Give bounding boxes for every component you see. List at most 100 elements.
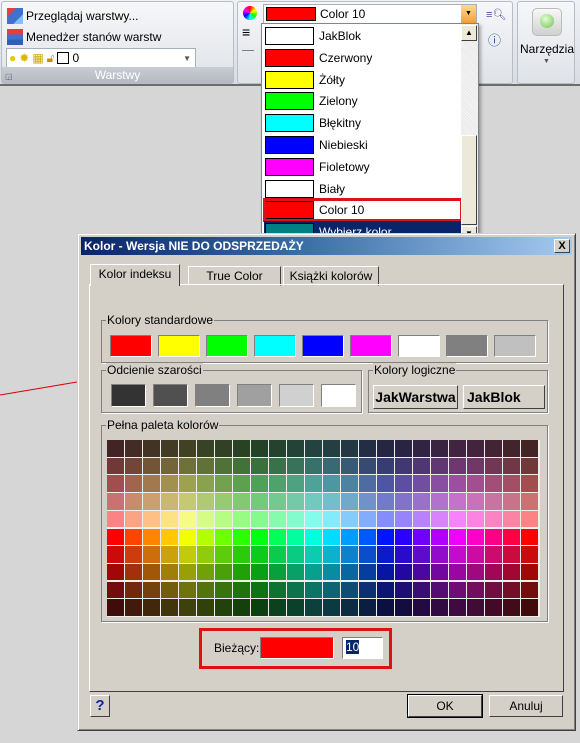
- palette-cell[interactable]: [341, 510, 358, 528]
- palette-cell[interactable]: [215, 457, 232, 475]
- palette-cell[interactable]: [431, 563, 448, 581]
- palette-cell[interactable]: [233, 546, 250, 563]
- palette-cell[interactable]: [413, 475, 430, 492]
- palette-cell[interactable]: [395, 475, 412, 492]
- palette-cell[interactable]: [449, 563, 466, 581]
- gray-color-swatch[interactable]: [195, 384, 230, 407]
- panel-launcher-icon[interactable]: ◲: [5, 72, 13, 81]
- palette-cell[interactable]: [179, 546, 196, 563]
- palette-cell[interactable]: [233, 493, 250, 510]
- palette-cell[interactable]: [341, 563, 358, 581]
- palette-cell[interactable]: [431, 457, 448, 475]
- palette-cell[interactable]: [179, 493, 196, 510]
- palette-cell[interactable]: [161, 493, 178, 510]
- palette-cell[interactable]: [413, 563, 430, 581]
- palette-cell[interactable]: [449, 440, 466, 457]
- help-button[interactable]: ?: [90, 695, 110, 717]
- palette-cell[interactable]: [323, 563, 340, 581]
- palette-cell[interactable]: [521, 528, 538, 546]
- palette-cell[interactable]: [485, 546, 502, 563]
- palette-cell[interactable]: [125, 528, 142, 546]
- gray-color-swatch[interactable]: [279, 384, 314, 407]
- palette-cell[interactable]: [287, 493, 304, 510]
- palette-cell[interactable]: [359, 599, 376, 616]
- palette-cell[interactable]: [341, 599, 358, 616]
- palette-cell[interactable]: [449, 528, 466, 546]
- palette-cell[interactable]: [413, 510, 430, 528]
- palette-cell[interactable]: [359, 528, 376, 546]
- palette-cell[interactable]: [323, 440, 340, 457]
- palette-cell[interactable]: [449, 581, 466, 599]
- palette-cell[interactable]: [161, 440, 178, 457]
- palette-cell[interactable]: [467, 440, 484, 457]
- palette-cell[interactable]: [107, 599, 124, 616]
- palette-cell[interactable]: [143, 440, 160, 457]
- palette-cell[interactable]: [485, 528, 502, 546]
- match-properties-icon[interactable]: ≡🔍︎: [486, 8, 506, 21]
- palette-cell[interactable]: [485, 475, 502, 492]
- standard-color-swatch[interactable]: [494, 335, 536, 357]
- dropdown-item[interactable]: Czerwony: [264, 47, 462, 69]
- palette-cell[interactable]: [179, 440, 196, 457]
- palette-cell[interactable]: [503, 581, 520, 599]
- palette-cell[interactable]: [377, 457, 394, 475]
- palette-cell[interactable]: [305, 528, 322, 546]
- palette-cell[interactable]: [215, 599, 232, 616]
- palette-cell[interactable]: [377, 599, 394, 616]
- palette-cell[interactable]: [449, 599, 466, 616]
- palette-cell[interactable]: [503, 457, 520, 475]
- browse-layers-button[interactable]: Przeglądaj warstwy...: [7, 6, 138, 26]
- palette-cell[interactable]: [251, 599, 268, 616]
- palette-cell[interactable]: [107, 510, 124, 528]
- palette-cell[interactable]: [377, 510, 394, 528]
- palette-cell[interactable]: [287, 440, 304, 457]
- palette-cell[interactable]: [503, 440, 520, 457]
- palette-cell[interactable]: [179, 563, 196, 581]
- palette-cell[interactable]: [521, 581, 538, 599]
- palette-cell[interactable]: [125, 457, 142, 475]
- bylayer-button[interactable]: JakWarstwa: [373, 385, 458, 409]
- tab-color-books[interactable]: Książki kolorów: [283, 266, 379, 286]
- palette-cell[interactable]: [395, 510, 412, 528]
- palette-cell[interactable]: [431, 581, 448, 599]
- palette-cell[interactable]: [323, 475, 340, 492]
- palette-cell[interactable]: [395, 563, 412, 581]
- palette-cell[interactable]: [215, 563, 232, 581]
- palette-cell[interactable]: [107, 546, 124, 563]
- palette-cell[interactable]: [161, 510, 178, 528]
- palette-cell[interactable]: [431, 440, 448, 457]
- ok-button[interactable]: OK: [407, 694, 483, 718]
- palette-cell[interactable]: [395, 457, 412, 475]
- palette-cell[interactable]: [215, 475, 232, 492]
- palette-cell[interactable]: [125, 581, 142, 599]
- chevron-down-icon[interactable]: ▼: [461, 5, 476, 23]
- palette-cell[interactable]: [251, 475, 268, 492]
- palette-cell[interactable]: [125, 599, 142, 616]
- palette-cell[interactable]: [467, 493, 484, 510]
- gray-color-swatch[interactable]: [111, 384, 146, 407]
- palette-cell[interactable]: [179, 510, 196, 528]
- palette-cell[interactable]: [503, 528, 520, 546]
- palette-cell[interactable]: [521, 510, 538, 528]
- palette-cell[interactable]: [431, 510, 448, 528]
- palette-cell[interactable]: [197, 528, 214, 546]
- palette-cell[interactable]: [197, 563, 214, 581]
- palette-cell[interactable]: [485, 599, 502, 616]
- palette-cell[interactable]: [431, 546, 448, 563]
- palette-cell[interactable]: [431, 528, 448, 546]
- dropdown-item[interactable]: Niebieski: [264, 134, 462, 156]
- palette-cell[interactable]: [215, 440, 232, 457]
- palette-cell[interactable]: [287, 581, 304, 599]
- scroll-up-button[interactable]: ▲: [461, 25, 477, 41]
- palette-cell[interactable]: [179, 599, 196, 616]
- palette-cell[interactable]: [107, 528, 124, 546]
- palette-cell[interactable]: [467, 457, 484, 475]
- palette-cell[interactable]: [503, 599, 520, 616]
- color-index-input[interactable]: 10: [342, 637, 383, 659]
- palette-cell[interactable]: [107, 475, 124, 492]
- dropdown-item[interactable]: Zielony: [264, 90, 462, 112]
- palette-cell[interactable]: [179, 457, 196, 475]
- palette-cell[interactable]: [161, 599, 178, 616]
- palette-cell[interactable]: [161, 581, 178, 599]
- gray-color-swatch[interactable]: [153, 384, 188, 407]
